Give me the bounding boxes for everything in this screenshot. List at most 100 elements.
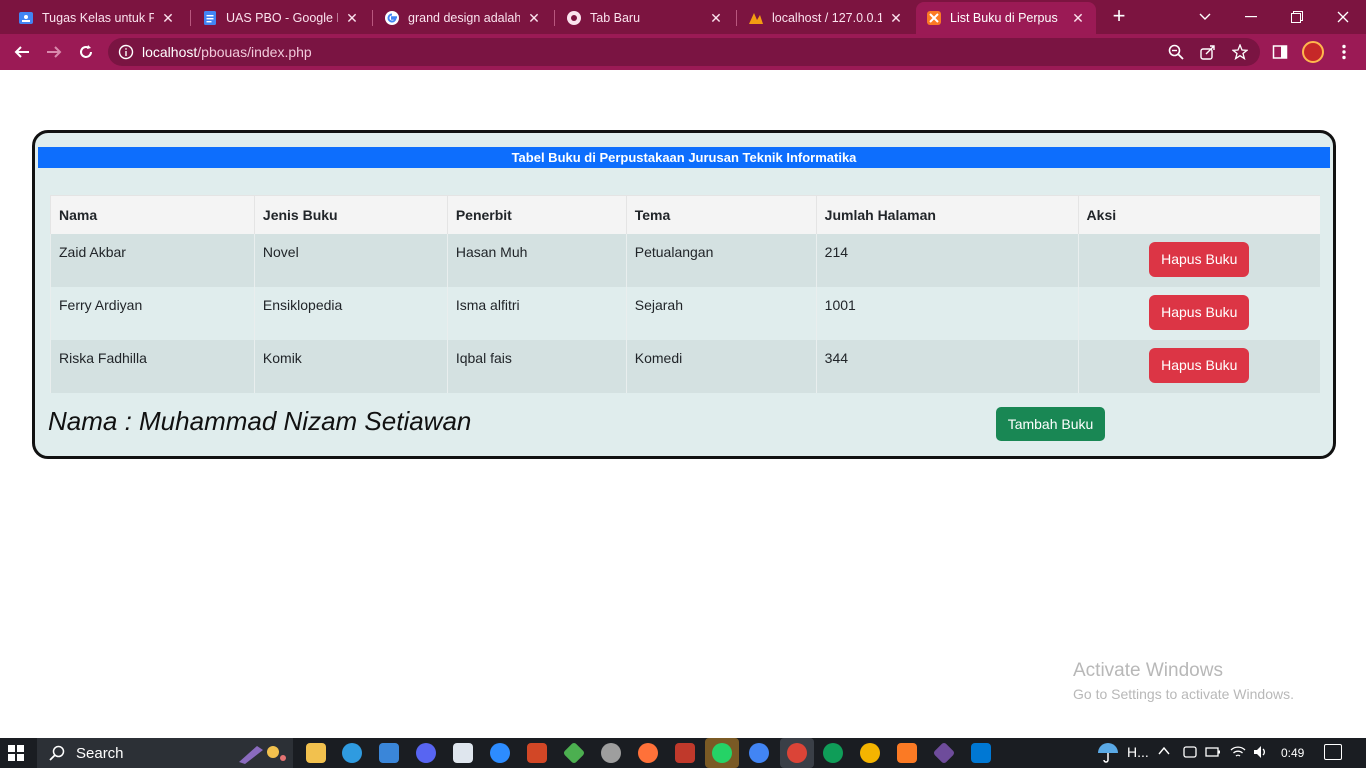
chrome-active-taskbar-button[interactable]: [780, 738, 814, 768]
edge-icon[interactable]: [342, 743, 362, 763]
cell-tema: Petualangan: [625, 233, 817, 287]
cell-penerbit: Iqbal fais: [446, 339, 627, 393]
menu-kebab-icon[interactable]: [1334, 42, 1354, 62]
bookmark-star-icon[interactable]: [1230, 42, 1250, 62]
chrome-profile-3-icon[interactable]: [860, 743, 880, 763]
tab-google-search[interactable]: grand design adalah - ✕: [374, 2, 552, 34]
chrome-profile-2-icon[interactable]: [823, 743, 843, 763]
column-header-tema: Tema: [625, 195, 817, 234]
close-tab-icon[interactable]: ✕: [888, 10, 904, 26]
tab-title: Tugas Kelas untuk PBO: [42, 11, 154, 25]
cell-halaman: 1001: [815, 286, 1079, 340]
activate-windows-title: Activate Windows: [1073, 660, 1223, 681]
side-panel-icon[interactable]: [1270, 42, 1290, 62]
tab-title: localhost / 127.0.0.1 /: [772, 11, 882, 25]
reload-icon: [80, 45, 92, 58]
powerpoint-icon[interactable]: [527, 743, 547, 763]
tab-classroom[interactable]: Tugas Kelas untuk PBO ✕: [8, 2, 186, 34]
close-tab-icon[interactable]: ✕: [1070, 10, 1086, 26]
zoom-icon[interactable]: [1166, 42, 1186, 62]
chrome-taskbar-icon[interactable]: [749, 743, 769, 763]
share-icon[interactable]: [1198, 42, 1218, 62]
new-tab-button[interactable]: +: [1108, 5, 1130, 28]
minimize-button[interactable]: [1228, 0, 1274, 34]
vscode-icon[interactable]: [971, 743, 991, 763]
paint-icon[interactable]: [601, 743, 621, 763]
mail-icon[interactable]: [379, 743, 399, 763]
whatsapp-icon: [712, 743, 732, 763]
arrow-right-icon: [47, 46, 62, 58]
taskbar-search-label: Search: [76, 745, 124, 762]
profile-avatar[interactable]: [1302, 41, 1324, 63]
restore-button[interactable]: [1274, 0, 1320, 34]
tab-docs[interactable]: UAS PBO - Google Dok ✕: [192, 2, 370, 34]
app-diamond-icon[interactable]: [562, 741, 586, 765]
hapus-buku-button[interactable]: Hapus Buku: [1149, 294, 1250, 330]
weather-icon[interactable]: [1096, 741, 1120, 766]
cell-penerbit: Isma alfitri: [446, 286, 627, 340]
battery-icon[interactable]: [1205, 745, 1221, 762]
close-tab-icon[interactable]: ✕: [708, 10, 724, 26]
tab-list-buku[interactable]: List Buku di Perpus ✕: [916, 2, 1096, 34]
zoom-app-icon[interactable]: [490, 743, 510, 763]
forward-button[interactable]: [42, 40, 66, 64]
xampp-taskbar-icon[interactable]: [897, 743, 917, 763]
cell-tema: Komedi: [625, 339, 817, 393]
tab-strip: Tugas Kelas untuk PBO ✕ UAS PBO - Google…: [0, 0, 1366, 34]
firefox-icon[interactable]: [638, 743, 658, 763]
tab-new-tab[interactable]: Tab Baru ✕: [556, 2, 734, 34]
tab-search-button[interactable]: [1182, 0, 1228, 34]
column-header-jumlah-halaman: Jumlah Halaman: [815, 195, 1079, 234]
whatsapp-taskbar-button[interactable]: [705, 738, 739, 768]
url-path: /pbouas/index.php: [197, 44, 312, 60]
taskbar-search[interactable]: Search: [37, 738, 293, 768]
book-table: Nama Jenis Buku Penerbit Tema Jumlah Hal…: [50, 195, 1320, 393]
restore-icon: [1291, 11, 1303, 23]
tab-title: Tab Baru: [590, 11, 641, 25]
close-tab-icon[interactable]: ✕: [344, 10, 360, 26]
xampp-icon: [926, 10, 942, 26]
windows-start-icon[interactable]: [8, 745, 24, 761]
meet-now-icon[interactable]: [1183, 745, 1197, 762]
chevron-up-icon[interactable]: [1158, 745, 1170, 760]
tambah-buku-button[interactable]: Tambah Buku: [996, 407, 1105, 441]
winrar-icon[interactable]: [675, 743, 695, 763]
weather-text[interactable]: H...: [1127, 744, 1149, 760]
reload-button[interactable]: [74, 40, 98, 64]
cell-aksi: Hapus Buku: [1077, 286, 1320, 340]
hapus-buku-button[interactable]: Hapus Buku: [1149, 241, 1250, 277]
tab-title: UAS PBO - Google Dok: [226, 11, 338, 25]
tab-phpmyadmin[interactable]: localhost / 127.0.0.1 / ✕: [738, 2, 914, 34]
cell-jenis: Novel: [253, 233, 448, 287]
info-icon[interactable]: [118, 44, 134, 60]
cell-jenis: Komik: [253, 339, 448, 393]
column-header-jenis-buku: Jenis Buku: [253, 195, 448, 234]
back-button[interactable]: [10, 40, 34, 64]
docs-icon: [202, 10, 218, 26]
store-icon[interactable]: [453, 743, 473, 763]
address-bar[interactable]: localhost/pbouas/index.php: [108, 38, 1260, 66]
notification-icon[interactable]: [1324, 744, 1342, 760]
file-explorer-icon[interactable]: [306, 743, 326, 763]
chrome-icon: [566, 10, 582, 26]
url-host: localhost: [142, 44, 198, 60]
author-name: Nama : Muhammad Nizam Setiawan: [48, 406, 472, 436]
wifi-icon[interactable]: [1230, 745, 1246, 762]
close-tab-icon[interactable]: ✕: [526, 10, 542, 26]
hapus-buku-button[interactable]: Hapus Buku: [1149, 347, 1250, 383]
activate-windows-subtitle: Go to Settings to activate Windows.: [1073, 686, 1294, 702]
table-row: Zaid Akbar Novel Hasan Muh Petualangan 2…: [50, 233, 1320, 287]
search-highlight-icon: [239, 746, 286, 764]
url-text: localhost/pbouas/index.php: [142, 44, 312, 60]
close-tab-icon[interactable]: ✕: [160, 10, 176, 26]
discord-icon[interactable]: [416, 743, 436, 763]
cell-tema: Sejarah: [625, 286, 817, 340]
column-header-aksi: Aksi: [1077, 195, 1320, 234]
volume-icon[interactable]: [1253, 745, 1269, 762]
search-icon: [49, 745, 65, 761]
tab-divider: [736, 10, 737, 26]
app-kite-icon[interactable]: [932, 741, 956, 765]
cell-aksi: Hapus Buku: [1077, 233, 1320, 287]
clock[interactable]: 0:49: [1281, 746, 1304, 760]
close-window-button[interactable]: [1320, 0, 1366, 34]
